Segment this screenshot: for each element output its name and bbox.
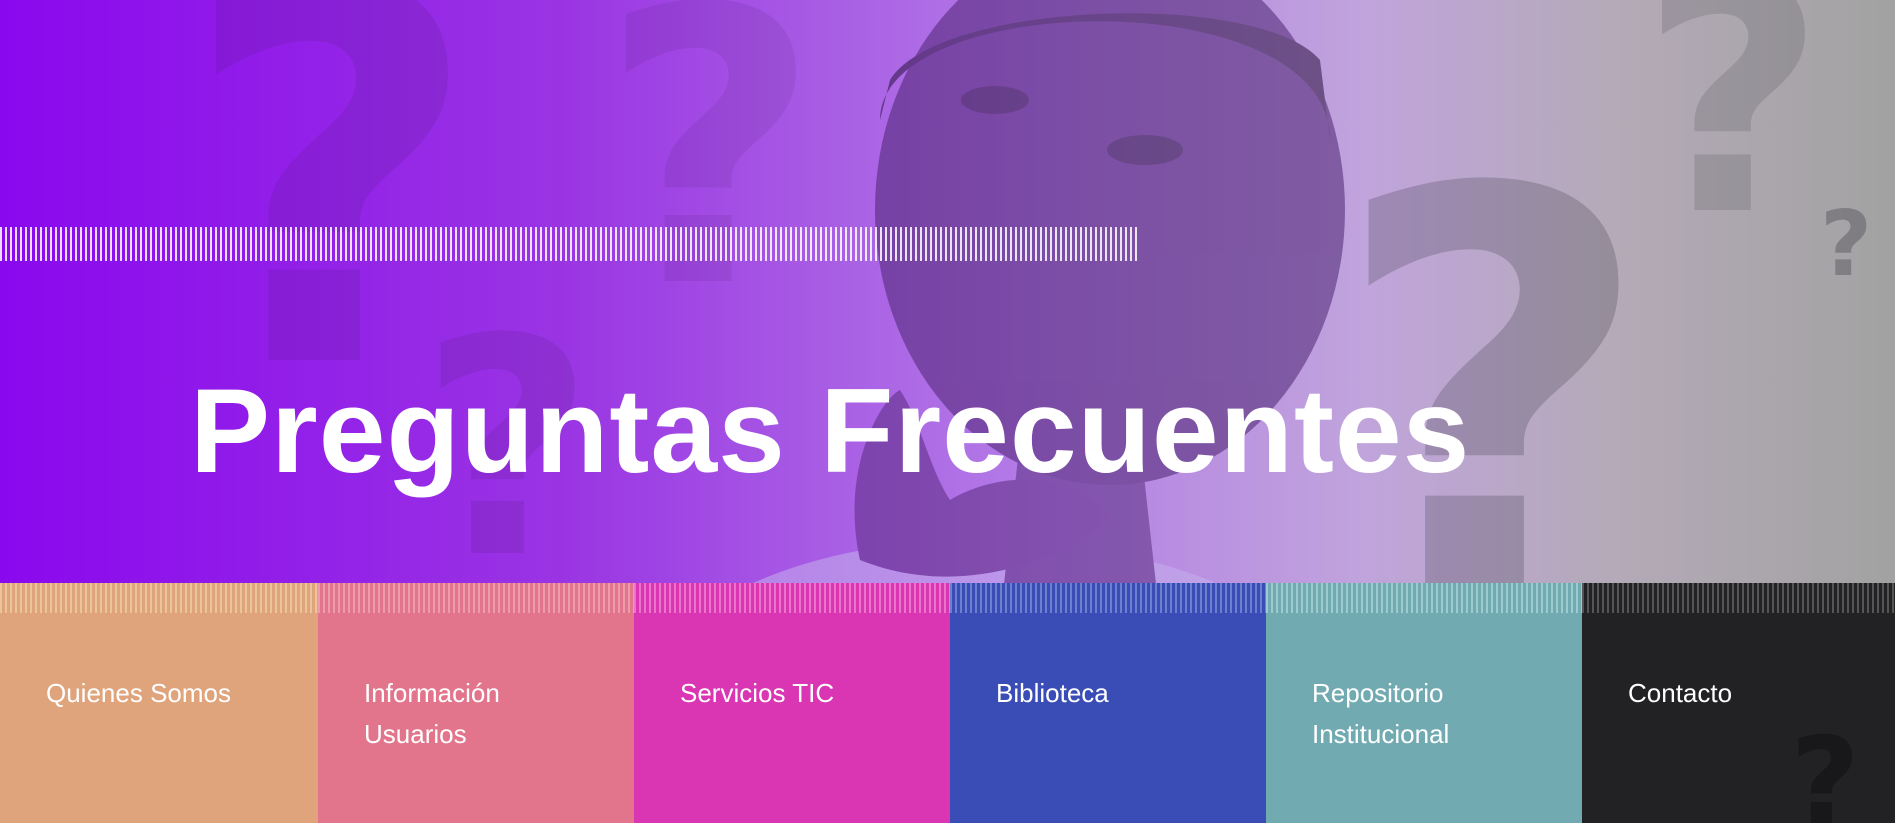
tile-stripes	[950, 583, 1266, 613]
tile-stripes	[634, 583, 950, 613]
tile-label: Quienes Somos	[46, 678, 231, 708]
tile-stripes	[1582, 583, 1895, 613]
tile-stripes	[0, 583, 318, 613]
hero-stripe-divider	[0, 227, 1137, 261]
tile-label: Servicios TIC	[680, 678, 835, 708]
tile-quienes-somos[interactable]: Quienes Somos	[0, 583, 318, 823]
tile-informacion-usuarios[interactable]: Información Usuarios	[318, 583, 634, 823]
tile-contacto[interactable]: Contacto ?	[1582, 583, 1895, 823]
tile-biblioteca[interactable]: Biblioteca	[950, 583, 1266, 823]
tile-label: Biblioteca	[996, 678, 1109, 708]
page: ? ? ? ? ? ? Preguntas Frecuentes Quienes…	[0, 0, 1895, 823]
tile-label: Repositorio Institucional	[1312, 678, 1450, 749]
nav-tiles: Quienes Somos Información Usuarios Servi…	[0, 583, 1895, 823]
tile-label: Información Usuarios	[364, 678, 500, 749]
tile-servicios-tic[interactable]: Servicios TIC	[634, 583, 950, 823]
tile-stripes	[1266, 583, 1582, 613]
tile-label: Contacto	[1628, 678, 1733, 708]
tile-repositorio-institucional[interactable]: Repositorio Institucional	[1266, 583, 1582, 823]
page-title: Preguntas Frecuentes	[190, 364, 1471, 499]
hero-banner: ? ? ? ? ? ? Preguntas Frecuentes	[0, 0, 1895, 583]
question-mark-icon: ?	[1790, 713, 1860, 823]
tile-stripes	[318, 583, 634, 613]
